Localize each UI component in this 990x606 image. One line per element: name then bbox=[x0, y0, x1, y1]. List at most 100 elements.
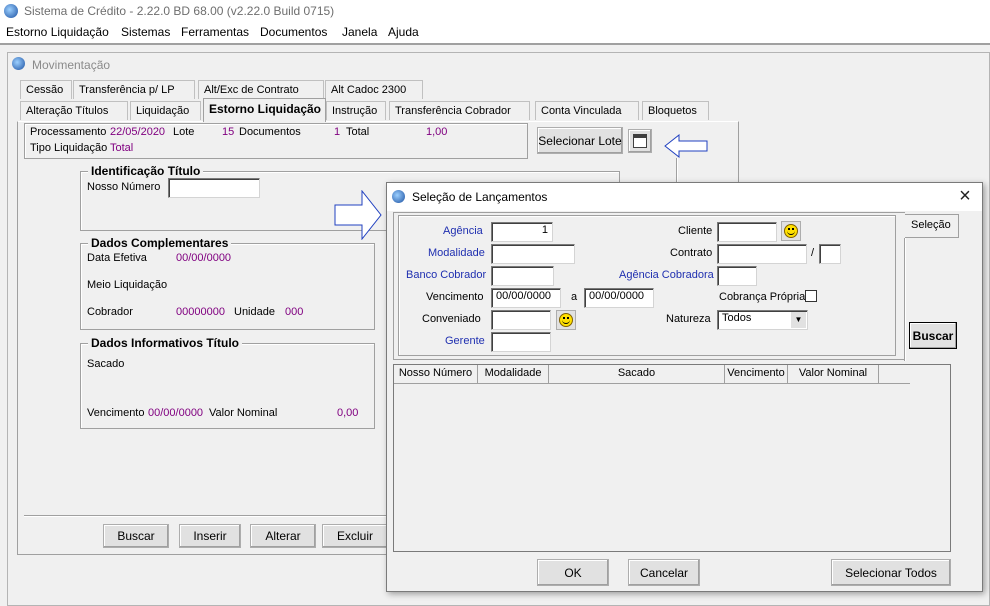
inserir-button[interactable]: Inserir bbox=[179, 524, 241, 548]
banco-cobrador-label[interactable]: Banco Cobrador bbox=[406, 269, 486, 281]
menu-bar: Estorno Liquidação Sistemas Ferramentas … bbox=[0, 22, 990, 43]
dialog-tab-divider bbox=[904, 238, 906, 361]
dialog-titlebar: Seleção de Lançamentos × bbox=[387, 183, 982, 211]
alterar-button[interactable]: Alterar bbox=[250, 524, 316, 548]
cliente-label: Cliente bbox=[678, 225, 713, 237]
results-grid[interactable]: Nosso Número Modalidade Sacado Venciment… bbox=[393, 364, 951, 552]
processamento-label: Processamento bbox=[30, 126, 107, 138]
nosso-numero-input[interactable] bbox=[168, 178, 260, 198]
cliente-input[interactable] bbox=[717, 222, 777, 242]
arrow-right-icon bbox=[334, 190, 382, 240]
grid-header-line bbox=[394, 383, 910, 384]
valor-nominal-label: Valor Nominal bbox=[209, 407, 278, 419]
child-titlebar: Movimentação bbox=[8, 53, 989, 75]
dialog-icon bbox=[392, 190, 405, 203]
tab-selecao[interactable]: Seleção bbox=[905, 214, 959, 238]
menu-ajuda[interactable]: Ajuda bbox=[388, 25, 419, 39]
nosso-numero-label: Nosso Número bbox=[87, 181, 161, 193]
vencimento-ate-input[interactable]: 00/00/0000 bbox=[584, 288, 654, 308]
natureza-value: Todos bbox=[722, 312, 752, 324]
contrato-separator: / bbox=[811, 247, 815, 259]
complementares-title: Dados Complementares bbox=[88, 236, 232, 250]
conveniado-label: Conveniado bbox=[422, 313, 481, 325]
close-icon[interactable]: × bbox=[955, 186, 975, 206]
contrato-input[interactable] bbox=[717, 244, 807, 264]
tab-cessao[interactable]: Cessão bbox=[20, 80, 72, 99]
menu-janela[interactable]: Janela bbox=[342, 25, 377, 39]
lote-value: 15 bbox=[222, 126, 235, 138]
sacado-label: Sacado bbox=[87, 358, 125, 370]
col-vencimento[interactable]: Vencimento bbox=[725, 365, 788, 383]
modalidade-input[interactable] bbox=[491, 244, 575, 264]
conveniado-input[interactable] bbox=[491, 310, 551, 330]
excluir-button[interactable]: Excluir bbox=[322, 524, 388, 548]
conveniado-smiley-icon[interactable] bbox=[556, 310, 576, 330]
app-titlebar: Sistema de Crédito - 2.22.0 BD 68.00 (v2… bbox=[0, 0, 990, 22]
meio-liquidacao-label: Meio Liquidação bbox=[87, 279, 168, 291]
agencia-cobradora-label[interactable]: Agência Cobradora bbox=[619, 269, 714, 281]
tab-estorno-liquidacao[interactable]: Estorno Liquidação bbox=[203, 98, 326, 122]
col-sacado[interactable]: Sacado bbox=[549, 365, 725, 383]
unidade-value: 000 bbox=[285, 306, 304, 318]
cobrador-label: Cobrador bbox=[87, 306, 133, 318]
menu-sistemas[interactable]: Sistemas bbox=[121, 25, 170, 39]
total-value: 1,00 bbox=[426, 126, 448, 138]
documentos-label: Documentos bbox=[239, 126, 301, 138]
total-label: Total bbox=[346, 126, 370, 138]
documentos-value: 1 bbox=[334, 126, 341, 138]
a-label: a bbox=[571, 291, 578, 303]
tab-transferencia-cobrador[interactable]: Transferência Cobrador bbox=[389, 101, 530, 120]
vencimento-dialog-label: Vencimento bbox=[426, 291, 484, 303]
bottom-divider bbox=[24, 515, 386, 517]
chevron-down-icon[interactable]: ▼ bbox=[791, 312, 806, 328]
tab-alt-exc-contrato[interactable]: Alt/Exc de Contrato bbox=[198, 80, 324, 99]
banco-cobrador-input[interactable] bbox=[491, 266, 554, 286]
dialog-buscar-button[interactable]: Buscar bbox=[909, 322, 957, 349]
unidade-label: Unidade bbox=[234, 306, 275, 318]
agencia-cobradora-input[interactable] bbox=[717, 266, 757, 286]
calculator-icon bbox=[633, 134, 647, 148]
agencia-input[interactable]: 1 bbox=[491, 222, 553, 242]
tab-bloquetos[interactable]: Bloquetos bbox=[642, 101, 709, 120]
modalidade-label[interactable]: Modalidade bbox=[428, 247, 485, 259]
tab-transferencia-lp[interactable]: Transferência p/ LP bbox=[73, 80, 195, 99]
app-icon bbox=[4, 4, 18, 18]
menu-ferramentas[interactable]: Ferramentas bbox=[181, 25, 249, 39]
valor-nominal-value: 0,00 bbox=[337, 407, 359, 419]
tab-alteracao-titulos[interactable]: Alteração Títulos bbox=[20, 101, 128, 120]
menu-estorno-liquidacao[interactable]: Estorno Liquidação bbox=[6, 25, 109, 39]
tab-instrucao[interactable]: Instrução bbox=[326, 101, 386, 120]
agencia-label[interactable]: Agência bbox=[443, 225, 483, 237]
selecionar-todos-button[interactable]: Selecionar Todos bbox=[831, 559, 951, 586]
processamento-value: 22/05/2020 bbox=[110, 126, 166, 138]
vencimento-value: 00/00/0000 bbox=[148, 407, 204, 419]
child-icon bbox=[12, 57, 25, 70]
vencimento-de-input[interactable]: 00/00/0000 bbox=[491, 288, 561, 308]
tipo-liquidacao-label: Tipo Liquidação bbox=[30, 142, 108, 154]
tipo-liquidacao-value: Total bbox=[110, 142, 134, 154]
col-nosso-numero[interactable]: Nosso Número bbox=[394, 365, 478, 383]
cancelar-button[interactable]: Cancelar bbox=[628, 559, 700, 586]
menu-documentos[interactable]: Documentos bbox=[260, 25, 327, 39]
cobranca-propria-checkbox[interactable] bbox=[805, 290, 817, 302]
buscar-button[interactable]: Buscar bbox=[103, 524, 169, 548]
selecionar-lote-button[interactable]: Selecionar Lote bbox=[537, 127, 623, 154]
gerente-input[interactable] bbox=[491, 332, 551, 352]
ok-button[interactable]: OK bbox=[537, 559, 609, 586]
contrato-digito-input[interactable] bbox=[819, 244, 841, 264]
col-modalidade[interactable]: Modalidade bbox=[478, 365, 549, 383]
calculator-icon-button[interactable] bbox=[628, 129, 652, 153]
col-valor-nominal[interactable]: Valor Nominal bbox=[788, 365, 879, 383]
gerente-label[interactable]: Gerente bbox=[445, 335, 485, 347]
tab-liquidacao[interactable]: Liquidação bbox=[130, 101, 201, 120]
data-efetiva-value: 00/00/0000 bbox=[176, 252, 232, 264]
tab-conta-vinculada[interactable]: Conta Vinculada bbox=[535, 101, 639, 120]
data-efetiva-label: Data Efetiva bbox=[87, 252, 147, 264]
tab-alt-cadoc[interactable]: Alt Cadoc 2300 bbox=[325, 80, 423, 99]
vertical-divider bbox=[676, 158, 678, 184]
contrato-label: Contrato bbox=[670, 247, 713, 259]
vencimento-label: Vencimento bbox=[87, 407, 145, 419]
informativos-title: Dados Informativos Título bbox=[88, 336, 243, 350]
cliente-smiley-icon[interactable] bbox=[781, 221, 801, 241]
natureza-select[interactable]: Todos ▼ bbox=[717, 310, 808, 330]
